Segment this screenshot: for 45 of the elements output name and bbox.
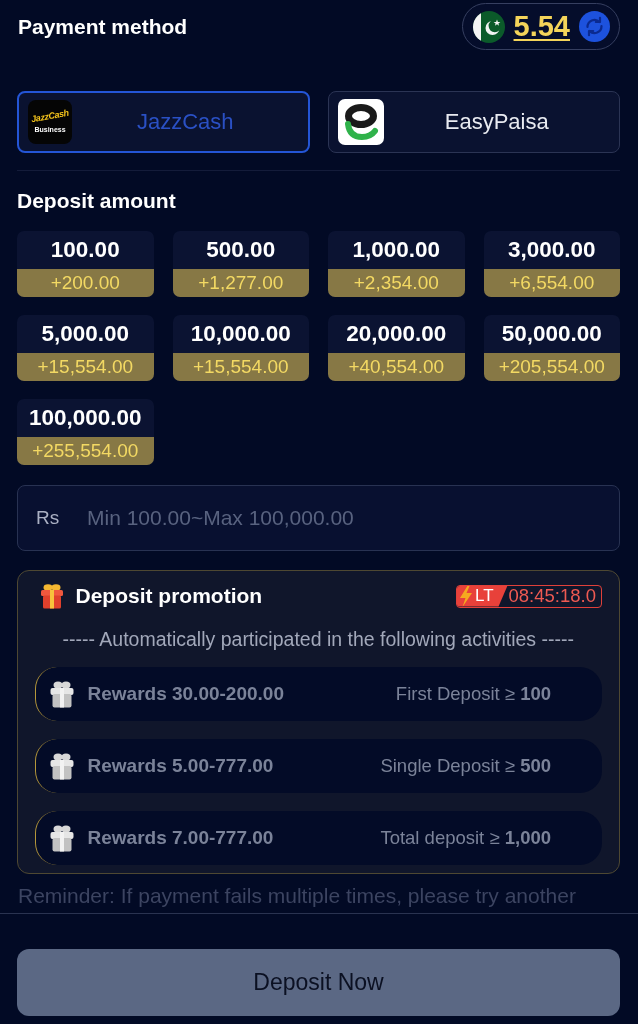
bonus-tag: +6,554.00 bbox=[483, 269, 620, 297]
amount-option[interactable]: 500.00 +1,277.00 bbox=[172, 231, 309, 297]
gift-icon bbox=[48, 752, 75, 780]
amount-input[interactable]: Min 100.00~Max 100,000.00 bbox=[87, 486, 619, 550]
currency-label: Rs bbox=[36, 507, 61, 529]
amount-field[interactable]: Rs Min 100.00~Max 100,000.00 bbox=[17, 485, 620, 551]
amount-option[interactable]: 100.00 +200.00 bbox=[17, 231, 154, 297]
app-logo-icon bbox=[337, 99, 384, 145]
amount-option[interactable]: 1,000.00 +2,354.00 bbox=[328, 231, 465, 297]
reminder-text: Reminder: If payment fails multiple times, please try another bbox=[18, 885, 577, 907]
reward-range: Rewards 30.00-200.00 bbox=[87, 683, 284, 705]
page-title: Payment method bbox=[18, 14, 188, 39]
gift-icon bbox=[48, 824, 75, 852]
reward-condition: Total deposit ≥ 1,000 bbox=[380, 827, 551, 849]
reward-range: Rewards 5.00-777.00 bbox=[87, 755, 274, 777]
bonus-tag: +200.00 bbox=[17, 269, 154, 297]
amount-option[interactable]: 10,000.00 +15,554.00 bbox=[172, 315, 309, 381]
bonus-tag: +1,277.00 bbox=[172, 269, 309, 297]
bonus-tag: +40,554.00 bbox=[328, 353, 465, 381]
countdown-timer: 08:45:18.0 bbox=[507, 585, 597, 607]
promotion-subtitle: ----- Automatically participated in the following activities ----- bbox=[61, 629, 575, 649]
bonus-tag: +255,554.00 bbox=[17, 437, 154, 465]
limited-time-label: LT bbox=[474, 586, 494, 606]
refresh-icon[interactable] bbox=[579, 11, 610, 42]
gift-icon bbox=[48, 680, 75, 708]
amount-option[interactable]: 50,000.00 +205,554.00 bbox=[483, 315, 620, 381]
bonus-tag: +15,554.00 bbox=[172, 353, 309, 381]
bonus-tag: +205,554.00 bbox=[483, 353, 620, 381]
reward-condition: First Deposit ≥ 100 bbox=[395, 683, 551, 705]
flag-icon bbox=[472, 10, 505, 43]
gift-icon bbox=[39, 583, 64, 609]
reward-range: Rewards 7.00-777.00 bbox=[87, 827, 274, 849]
amount-option[interactable]: 5,000.00 +15,554.00 bbox=[17, 315, 154, 381]
section-title: Deposit amount bbox=[17, 189, 177, 213]
reward-condition: Single Deposit ≥ 500 bbox=[380, 755, 551, 777]
amount-option[interactable]: 100,000.00 +255,554.00 bbox=[17, 399, 154, 465]
amount-option[interactable]: 3,000.00 +6,554.00 bbox=[483, 231, 620, 297]
logo-text: JazzCash bbox=[30, 107, 70, 125]
payment-method-button[interactable]: EasyPaisa bbox=[327, 91, 620, 153]
bonus-tag: +2,354.00 bbox=[328, 269, 465, 297]
balance-amount: 5.54 bbox=[513, 10, 570, 43]
amount-option[interactable]: 20,000.00 +40,554.00 bbox=[328, 315, 465, 381]
promotion-title: Deposit promotion bbox=[75, 584, 263, 608]
bonus-tag: +15,554.00 bbox=[17, 353, 154, 381]
lightning-icon bbox=[458, 585, 473, 607]
